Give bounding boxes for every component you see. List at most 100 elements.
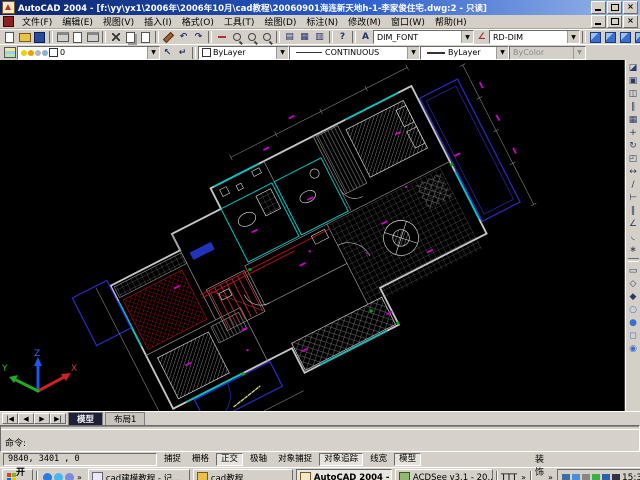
flat-shaded-edges-button[interactable]: ◻ <box>627 329 640 342</box>
view-top-button[interactable] <box>588 31 603 43</box>
array-button[interactable]: ▦ <box>627 113 640 126</box>
command-splitter[interactable] <box>1 426 639 430</box>
dropdown-arrow-icon[interactable]: ▼ <box>461 31 473 43</box>
doc-restore-button[interactable] <box>607 15 622 28</box>
paste-button[interactable] <box>138 31 153 43</box>
quick-launch-icon-3[interactable] <box>65 473 74 480</box>
new-button[interactable] <box>2 31 17 43</box>
dropdown-arrow-icon[interactable]: ▼ <box>407 47 419 59</box>
trim-button[interactable]: ∕ <box>627 178 640 191</box>
autocad-app-icon[interactable] <box>2 1 15 14</box>
chevron-icon[interactable]: » <box>520 473 527 480</box>
plot-button[interactable] <box>55 31 70 43</box>
menu-file[interactable]: 文件(F) <box>17 15 57 28</box>
color-combo[interactable]: ByLayer ▼ <box>198 46 289 60</box>
minimize-button[interactable] <box>591 1 606 14</box>
dim-style-combo[interactable]: RD-DIM ▼ <box>489 30 580 44</box>
task-notepad[interactable]: cad建模教程 - 记... <box>88 469 190 480</box>
dropdown-arrow-icon[interactable]: ▼ <box>567 31 579 43</box>
tab-layout1[interactable]: 布局1 <box>105 412 145 425</box>
tray-icon-4[interactable] <box>592 474 600 480</box>
gouraud-shaded-button[interactable]: ● <box>627 316 640 329</box>
tab-prev-button[interactable]: ◀ <box>18 413 34 424</box>
menu-tools[interactable]: 工具(T) <box>219 15 260 28</box>
chamfer-button[interactable]: ∠ <box>627 217 640 230</box>
tray-icon-2[interactable] <box>572 474 580 480</box>
menu-draw[interactable]: 绘图(D) <box>259 15 301 28</box>
plot-preview-button[interactable] <box>70 31 85 43</box>
lwt-toggle[interactable]: 线宽 <box>366 454 391 465</box>
menu-dimension[interactable]: 标注(N) <box>301 15 343 28</box>
tab-model[interactable]: 模型 <box>68 412 103 425</box>
lineweight-combo[interactable]: ByLayer ▼ <box>420 46 509 60</box>
fillet-button[interactable]: ◟ <box>627 230 640 243</box>
move-button[interactable]: + <box>627 126 640 139</box>
make-object-layer-current-button[interactable]: ↖ <box>160 47 175 59</box>
tab-last-button[interactable]: ▶| <box>50 413 66 424</box>
copy-button[interactable] <box>123 31 138 43</box>
view-right-button[interactable] <box>633 31 640 43</box>
erase-button[interactable]: ◪ <box>627 61 640 74</box>
3d-wireframe-button[interactable]: ◇ <box>627 277 640 290</box>
zoom-previous-button[interactable] <box>259 31 274 43</box>
menu-format[interactable]: 格式(O) <box>177 15 219 28</box>
zoom-realtime-button[interactable] <box>229 31 244 43</box>
doc-close-button[interactable]: × <box>623 15 638 28</box>
language-bar[interactable]: TTT <box>501 473 517 480</box>
open-button[interactable] <box>17 31 32 43</box>
task-folder[interactable]: cad教程 <box>193 469 293 480</box>
chevron-icon[interactable]: » <box>76 473 83 480</box>
dropdown-arrow-icon[interactable]: ▼ <box>496 47 508 59</box>
layer-combo[interactable]: 0 ▼ <box>17 46 160 60</box>
flat-shaded-button[interactable]: ○ <box>627 303 640 316</box>
menu-view[interactable]: 视图(V) <box>98 15 139 28</box>
osnap-toggle[interactable]: 对象捕捉 <box>274 454 316 465</box>
rotate-button[interactable]: ↻ <box>627 139 640 152</box>
extend-button[interactable]: ⊢ <box>627 191 640 204</box>
zoom-window-button[interactable] <box>244 31 259 43</box>
task-acdsee[interactable]: ACDSee v3.1 - 20... <box>395 469 493 480</box>
tab-first-button[interactable]: |◀ <box>2 413 18 424</box>
help-button[interactable]: ? <box>335 31 350 43</box>
tool-palettes-button[interactable]: ▥ <box>312 31 327 43</box>
tray-icon-3[interactable] <box>582 474 590 480</box>
snap-toggle[interactable]: 捕捉 <box>160 454 185 465</box>
undo-button[interactable]: ↶ <box>176 31 191 43</box>
menu-window[interactable]: 窗口(W) <box>386 15 430 28</box>
view-bottom-button[interactable] <box>603 31 618 43</box>
menu-edit[interactable]: 编辑(E) <box>57 15 98 28</box>
linetype-combo[interactable]: CONTINUOUS ▼ <box>289 46 420 60</box>
save-button[interactable] <box>32 31 47 43</box>
scale-button[interactable]: ◰ <box>627 152 640 165</box>
document-icon[interactable] <box>3 16 14 27</box>
chevron-icon[interactable]: » <box>547 473 554 480</box>
ortho-toggle[interactable]: 正交 <box>216 453 243 466</box>
tray-icon-6[interactable] <box>612 474 620 480</box>
drawing-area[interactable]: Z X Y <box>0 60 625 411</box>
break-button[interactable]: ‖ <box>627 204 640 217</box>
command-prompt[interactable]: 命令: <box>5 436 26 449</box>
polar-toggle[interactable]: 极轴 <box>246 454 271 465</box>
drawing-canvas[interactable]: Z X Y <box>0 60 624 411</box>
menu-insert[interactable]: 插入(I) <box>139 15 177 28</box>
menu-help[interactable]: 帮助(H) <box>430 15 472 28</box>
dropdown-arrow-icon[interactable]: ▼ <box>276 47 288 59</box>
quick-launch-icon-1[interactable] <box>43 473 52 480</box>
task-autocad[interactable]: AutoCAD 2004 - [... <box>296 469 392 480</box>
publish-button[interactable] <box>85 31 100 43</box>
clock[interactable]: 15:35 <box>622 473 640 480</box>
menu-modify[interactable]: 修改(M) <box>343 15 386 28</box>
quick-launch-icon-2[interactable] <box>54 473 63 480</box>
stretch-button[interactable]: ↔ <box>627 165 640 178</box>
gouraud-shaded-edges-button[interactable]: ◉ <box>627 342 640 355</box>
close-button[interactable]: × <box>623 1 638 14</box>
otrack-toggle[interactable]: 对象追踪 <box>319 453 363 466</box>
start-button[interactable]: 开始 <box>2 469 33 480</box>
layer-manager-button[interactable] <box>2 47 17 59</box>
copy-object-button[interactable]: ▣ <box>627 74 640 87</box>
explode-button[interactable]: ∗ <box>627 243 640 256</box>
command-window[interactable]: 命令: <box>0 425 640 452</box>
restore-button[interactable] <box>607 1 622 14</box>
tray-icon-1[interactable] <box>562 474 570 480</box>
doc-minimize-button[interactable] <box>591 15 606 28</box>
